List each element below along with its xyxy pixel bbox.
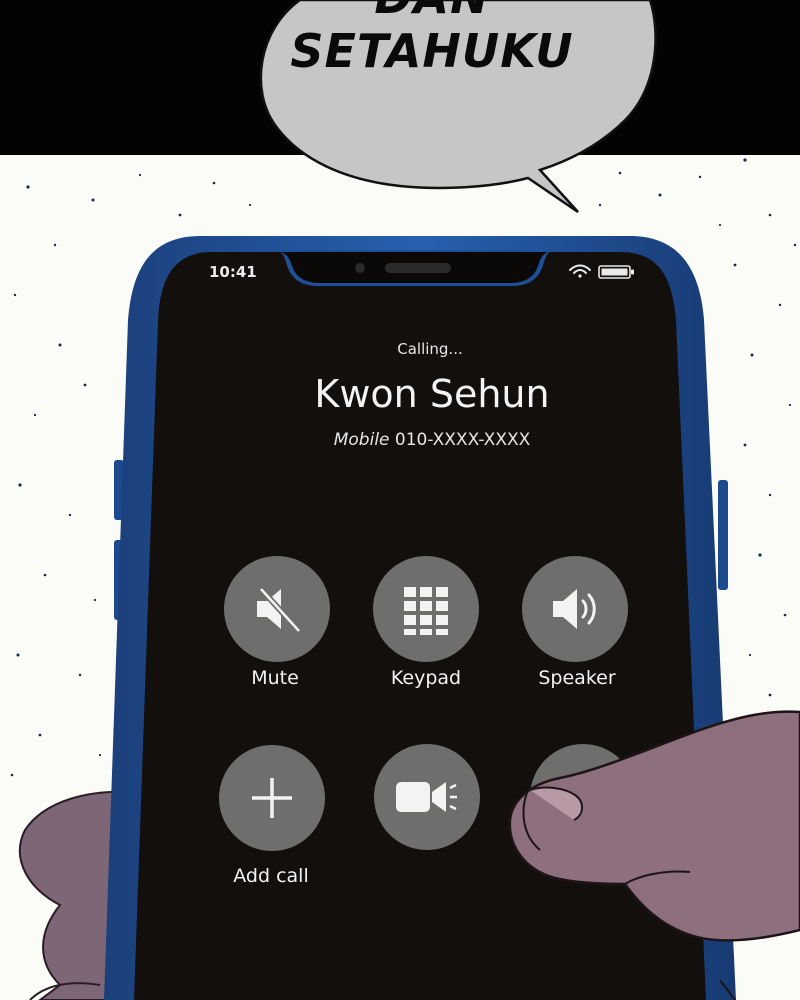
speech-line-1: DAN [262,0,602,24]
speech-bubble-text: DAN SETAHUKU [262,0,602,78]
speech-line-2: SETAHUKU [290,24,574,78]
